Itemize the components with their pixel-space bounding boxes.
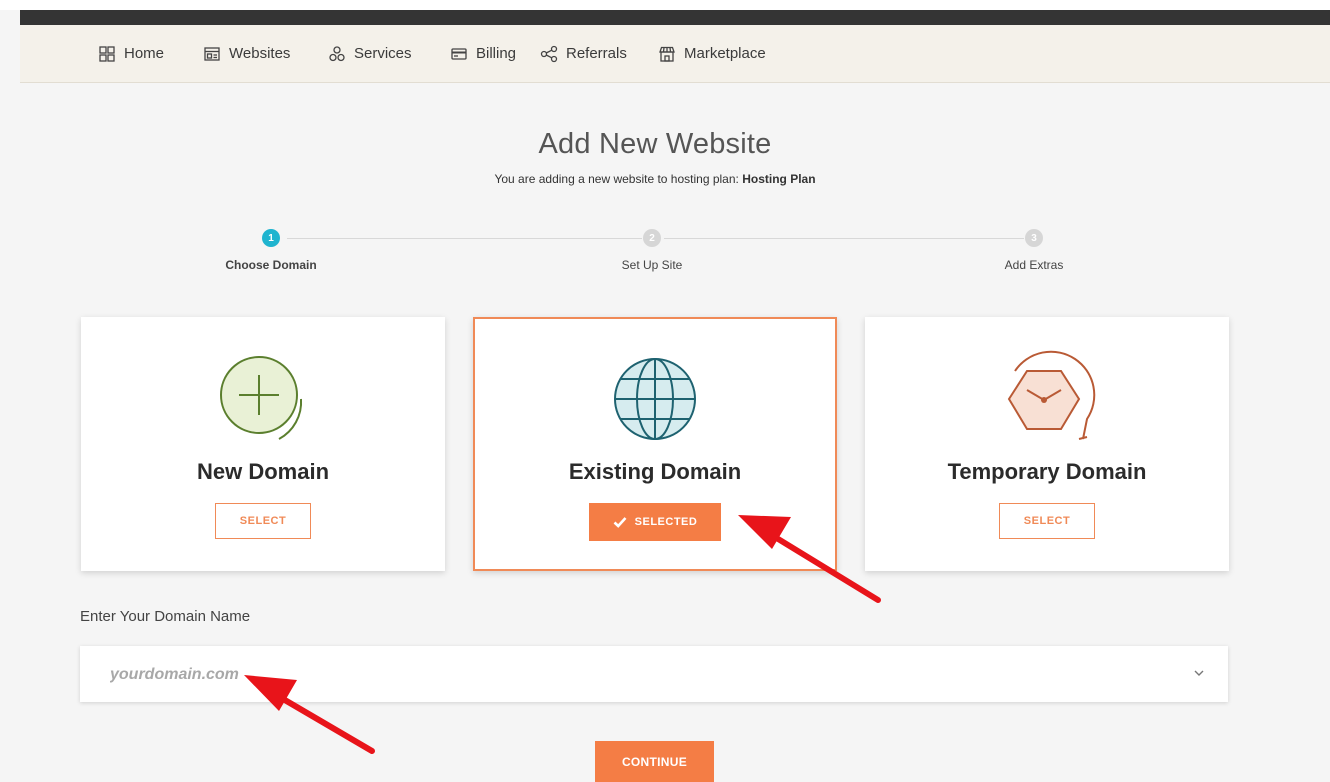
subtitle-text: You are adding a new website to hosting … bbox=[494, 172, 739, 186]
page-subtitle: You are adding a new website to hosting … bbox=[0, 172, 1310, 186]
step-2-label: Set Up Site bbox=[621, 258, 683, 272]
existing-domain-title: Existing Domain bbox=[568, 459, 742, 484]
selected-label: SELECTED bbox=[634, 516, 698, 528]
step-2-indicator: 2 bbox=[643, 229, 661, 247]
chevron-down-icon[interactable] bbox=[1192, 666, 1206, 680]
new-domain-title: New Domain bbox=[196, 459, 330, 484]
top-strip bbox=[0, 0, 1330, 10]
window-icon bbox=[204, 46, 220, 61]
nav-services-label: Services bbox=[354, 45, 412, 62]
nav-billing-label: Billing bbox=[476, 45, 517, 62]
temporary-domain-title: Temporary Domain bbox=[947, 459, 1147, 484]
domain-field-label: Enter Your Domain Name bbox=[80, 608, 251, 625]
globe-icon bbox=[614, 358, 696, 440]
existing-domain-card[interactable]: Existing Domain SELECTED bbox=[473, 317, 837, 571]
nav-services[interactable]: Services bbox=[328, 25, 412, 82]
step-1-indicator: 1 bbox=[262, 229, 280, 247]
new-domain-card[interactable]: New Domain SELECT bbox=[81, 317, 445, 571]
clock-hexagon-icon bbox=[1007, 350, 1096, 440]
nav-websites-label: Websites bbox=[229, 45, 291, 62]
services-icon bbox=[329, 45, 345, 61]
continue-button[interactable]: CONTINUE bbox=[595, 741, 714, 782]
card-icon bbox=[451, 47, 467, 60]
selected-existing-domain-button[interactable]: SELECTED bbox=[589, 503, 721, 541]
main-nav: Home Websites Services Billing Referrals bbox=[20, 25, 1330, 83]
plus-circle-icon bbox=[220, 356, 303, 440]
grid-icon bbox=[99, 45, 115, 62]
top-bar bbox=[20, 10, 1330, 25]
share-icon bbox=[540, 45, 558, 62]
domain-field[interactable] bbox=[80, 646, 1228, 704]
nav-home-label: Home bbox=[124, 45, 165, 62]
select-temporary-domain-button[interactable]: SELECT bbox=[999, 503, 1095, 539]
checkmark-icon bbox=[613, 517, 627, 528]
nav-home[interactable]: Home bbox=[98, 25, 164, 82]
page-title: Add New Website bbox=[538, 128, 772, 160]
nav-billing[interactable]: Billing bbox=[450, 25, 516, 82]
nav-websites[interactable]: Websites bbox=[203, 25, 290, 82]
step-connector bbox=[287, 238, 642, 239]
step-connector bbox=[664, 238, 1024, 239]
plan-name: Hosting Plan bbox=[742, 172, 816, 186]
nav-referrals[interactable]: Referrals bbox=[540, 25, 627, 82]
nav-marketplace-label: Marketplace bbox=[684, 45, 766, 62]
step-3-indicator: 3 bbox=[1025, 229, 1043, 247]
select-new-domain-button[interactable]: SELECT bbox=[215, 503, 311, 539]
nav-marketplace[interactable]: Marketplace bbox=[658, 25, 766, 82]
step-3-label: Add Extras bbox=[1004, 258, 1064, 272]
nav-referrals-label: Referrals bbox=[566, 45, 627, 62]
temporary-domain-card[interactable]: Temporary Domain SELECT bbox=[865, 317, 1229, 571]
step-1-label: Choose Domain bbox=[225, 258, 317, 272]
domain-input[interactable] bbox=[108, 646, 1162, 704]
store-icon bbox=[659, 46, 675, 62]
